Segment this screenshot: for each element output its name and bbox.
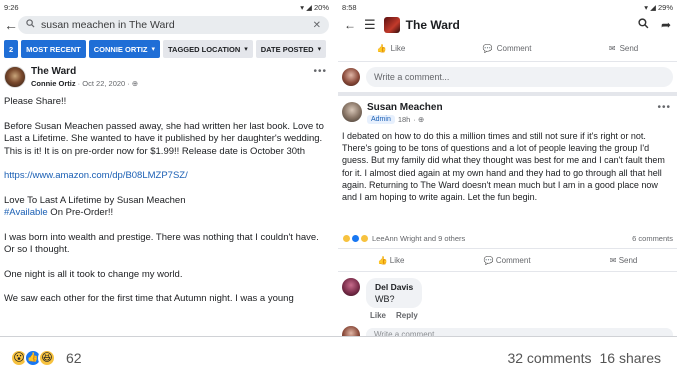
globe-icon: · ⊕ bbox=[413, 115, 425, 124]
post-author[interactable]: Connie Ortiz bbox=[31, 79, 76, 88]
comments-count[interactable]: 6 comments bbox=[632, 234, 673, 243]
user-avatar bbox=[342, 68, 360, 86]
filter-tagged-location[interactable]: TAGGED LOCATION ▾ bbox=[163, 40, 253, 58]
group-avatar[interactable] bbox=[4, 66, 26, 88]
comment-button[interactable]: 💬 Comment bbox=[483, 44, 532, 53]
reaction-count[interactable]: 62 bbox=[66, 350, 82, 366]
post-body: I debated on how to do this a million ti… bbox=[342, 131, 665, 203]
like-button[interactable]: 👍 Like bbox=[377, 44, 406, 53]
write-comment-input-2[interactable]: Write a comment... bbox=[366, 328, 673, 336]
admin-badge: Admin bbox=[367, 115, 395, 124]
comment-reply-button[interactable]: Reply bbox=[396, 311, 418, 320]
care-reaction-icon bbox=[360, 233, 369, 243]
post-date: Oct 22, 2020 bbox=[82, 79, 126, 88]
commenter-avatar[interactable] bbox=[342, 278, 360, 296]
post-body: Please Share!! Before Susan Meachen pass… bbox=[0, 92, 333, 306]
user-avatar bbox=[342, 326, 360, 336]
more-options-icon[interactable]: ••• bbox=[313, 66, 327, 77]
status-battery: ▾ ◢ 29% bbox=[644, 2, 673, 12]
wow-reaction-icon bbox=[342, 233, 351, 243]
post-paragraph: Please Share!! bbox=[4, 96, 67, 107]
thumbs-up-icon: 👍 bbox=[376, 44, 387, 53]
footer-reactions[interactable]: 😮 👍 😆 bbox=[10, 348, 56, 367]
reaction-summary[interactable]: LeeAnn Wright and 9 others 6 comments bbox=[338, 228, 677, 248]
comment: Del Davis WB? bbox=[338, 272, 677, 308]
like-reaction-icon bbox=[351, 233, 360, 243]
post-paragraph: One night is all it took to change my wo… bbox=[4, 268, 183, 280]
status-time: 8:58 bbox=[342, 2, 357, 12]
clear-icon[interactable]: ✕ bbox=[313, 20, 321, 31]
post-footer: 😮 👍 😆 62 32 comments 16 shares bbox=[0, 337, 677, 378]
hashtag-link[interactable]: #Available bbox=[4, 207, 48, 218]
comment-button[interactable]: 💬 Comment bbox=[484, 256, 531, 265]
group-thumbnail[interactable] bbox=[383, 17, 400, 33]
post-actions: 👍 Like 💬 Comment ✉ Send bbox=[338, 248, 677, 272]
search-icon[interactable] bbox=[638, 18, 649, 32]
status-time: 9:26 bbox=[4, 2, 19, 12]
post-paragraph: We saw each other for the first time tha… bbox=[4, 293, 294, 304]
filter-count-chip[interactable]: 2 bbox=[4, 40, 19, 58]
messenger-icon: ✉ bbox=[609, 255, 619, 265]
group-title[interactable]: The Ward bbox=[406, 18, 460, 32]
comment-icon: 💬 bbox=[483, 255, 496, 265]
search-row: ← susan meachen in The Ward ✕ bbox=[0, 14, 333, 36]
thumbs-up-icon: 👍 bbox=[377, 255, 390, 265]
commenter-name[interactable]: Del Davis bbox=[375, 282, 413, 292]
post-actions-top: 👍 Like 💬 Comment ✉ Send bbox=[338, 36, 677, 62]
messenger-icon: ✉ bbox=[608, 44, 616, 53]
filter-bar: 2 MOST RECENT CONNIE ORTIZ ▾ TAGGED LOCAT… bbox=[0, 36, 333, 60]
group-header: ← ☰ The Ward ➦ bbox=[338, 14, 677, 36]
left-screenshot: 9:26 ▾ ◢ 20% ← susan meachen in The Ward… bbox=[0, 0, 333, 336]
comment-like-button[interactable]: Like bbox=[370, 311, 386, 320]
caret-down-icon: ▾ bbox=[244, 46, 248, 53]
status-bar: 9:26 ▾ ◢ 20% bbox=[0, 0, 333, 14]
filter-most-recent[interactable]: MOST RECENT bbox=[21, 40, 86, 58]
post-author[interactable]: Susan Meachen bbox=[367, 102, 443, 113]
send-button[interactable]: ✉ Send bbox=[609, 44, 638, 53]
comment-text: WB? bbox=[375, 294, 395, 304]
post-age: 18h bbox=[397, 115, 411, 124]
search-icon bbox=[26, 19, 35, 31]
send-button[interactable]: ✉ Send bbox=[610, 256, 638, 265]
filter-connie-ortiz[interactable]: CONNIE ORTIZ ▾ bbox=[88, 40, 161, 58]
post-paragraph: I was born into wealth and prestige. The… bbox=[4, 231, 319, 256]
search-query: susan meachen in The Ward bbox=[41, 19, 175, 31]
post-paragraph: Before Susan Meachen passed away, she ha… bbox=[4, 120, 324, 157]
globe-icon: ⊕ bbox=[131, 79, 139, 88]
shares-count[interactable]: 16 shares bbox=[600, 350, 661, 366]
group-name[interactable]: The Ward bbox=[31, 66, 138, 77]
reactors-text: LeeAnn Wright and 9 others bbox=[372, 233, 466, 243]
back-arrow-icon[interactable]: ← bbox=[4, 18, 18, 32]
write-comment-row-2: Write a comment... bbox=[338, 320, 677, 336]
comments-count[interactable]: 32 comments bbox=[507, 350, 591, 366]
right-screenshot: 8:58 ▾ ◢ 29% ← ☰ The Ward ➦ 👍 Like 💬 Comme… bbox=[338, 0, 677, 336]
more-options-icon[interactable]: ••• bbox=[657, 102, 671, 113]
haha-reaction-icon: 😆 bbox=[38, 348, 56, 367]
post-header: Susan Meachen Admin 18h · ⊕ ••• bbox=[338, 96, 677, 130]
caret-down-icon: ▾ bbox=[317, 46, 322, 53]
back-arrow-icon[interactable]: ← bbox=[344, 18, 356, 32]
comment-bubble: Del Davis WB? bbox=[366, 278, 423, 308]
status-bar: 8:58 ▾ ◢ 29% bbox=[338, 0, 677, 14]
comment-actions: Like Reply bbox=[370, 311, 677, 320]
caret-down-icon: ▾ bbox=[151, 46, 156, 53]
like-button[interactable]: 👍 Like bbox=[378, 256, 405, 265]
share-icon[interactable]: ➦ bbox=[661, 18, 671, 32]
search-input[interactable]: susan meachen in The Ward ✕ bbox=[18, 16, 329, 34]
post-meta: Connie Ortiz · Oct 22, 2020 · ⊕ bbox=[31, 79, 139, 88]
author-avatar[interactable] bbox=[342, 102, 362, 122]
write-comment-input[interactable]: Write a comment... bbox=[366, 67, 673, 87]
filter-date-posted[interactable]: DATE POSTED ▾ bbox=[255, 40, 327, 58]
comment-icon: 💬 bbox=[482, 44, 493, 53]
write-comment-row: Write a comment... bbox=[338, 62, 677, 92]
status-battery: ▾ ◢ 20% bbox=[300, 2, 329, 12]
amazon-link[interactable]: https://www.amazon.com/dp/B08LMZP7SZ/ bbox=[4, 170, 329, 183]
menu-icon[interactable]: ☰ bbox=[364, 17, 376, 33]
post-paragraph: Love To Last A Lifetime by Susan Meachen… bbox=[4, 194, 186, 219]
post-header: The Ward Connie Ortiz · Oct 22, 2020 · ⊕… bbox=[0, 60, 333, 92]
